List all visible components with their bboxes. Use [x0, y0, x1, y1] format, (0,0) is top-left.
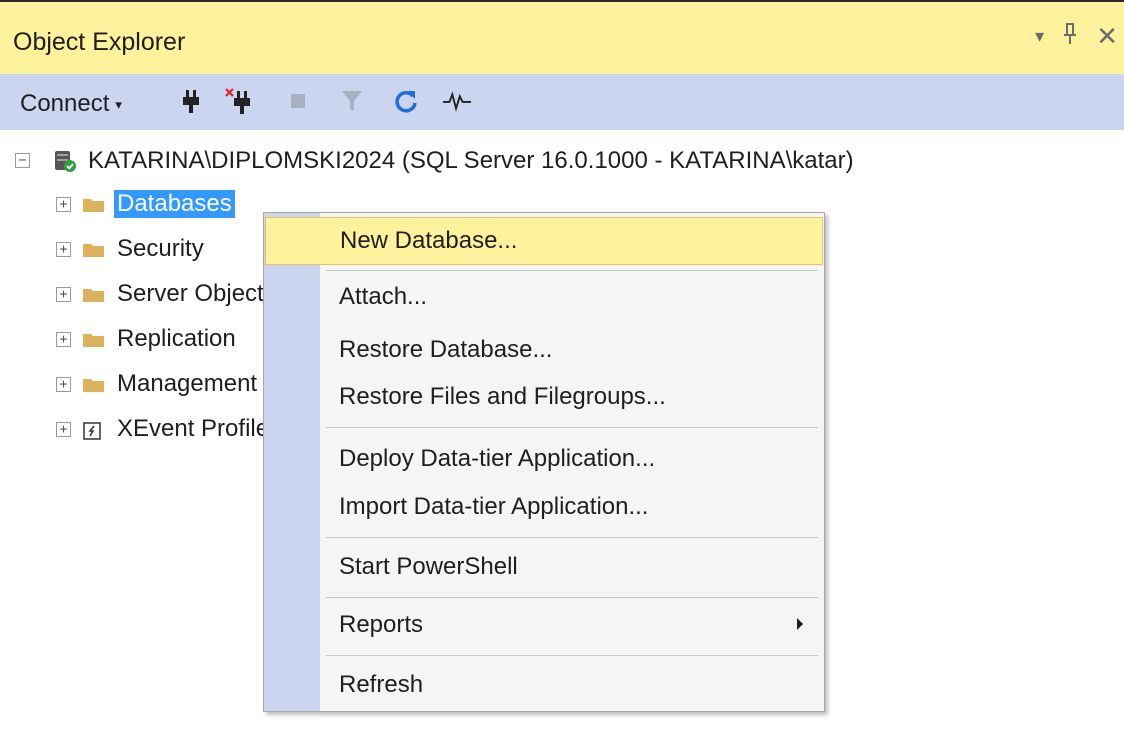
menu-item-label: Attach... — [339, 283, 428, 310]
title-controls: ▾ ✕ — [1035, 22, 1118, 50]
menu-item-reports[interactable]: Reports — [265, 601, 823, 649]
menu-separator — [326, 427, 818, 428]
close-icon[interactable]: ✕ — [1096, 23, 1118, 49]
activity-monitor-icon[interactable] — [442, 86, 472, 116]
tree-node-security[interactable]: + Security — [56, 229, 207, 269]
connect-plug-icon[interactable] — [176, 86, 206, 116]
tree-node-label: Security — [117, 235, 204, 262]
tree-node-replication[interactable]: + Replication — [56, 319, 239, 359]
tree-node-label: Replication — [117, 325, 236, 352]
menu-item-restore-files-filegroups[interactable]: Restore Files and Filegroups... — [265, 373, 823, 421]
expand-icon[interactable]: + — [56, 376, 71, 392]
menu-separator — [326, 537, 818, 538]
pin-icon[interactable] — [1062, 22, 1078, 50]
expand-icon[interactable]: + — [56, 331, 71, 347]
menu-item-label: Deploy Data-tier Application... — [339, 445, 656, 472]
window-position-dropdown-icon[interactable]: ▾ — [1035, 27, 1044, 45]
menu-item-label: New Database... — [340, 227, 518, 254]
object-explorer-title-bar: Object Explorer ▾ ✕ — [0, 0, 1124, 74]
menu-item-label: Import Data-tier Application... — [339, 493, 649, 520]
folder-icon — [83, 377, 104, 392]
connect-label: Connect — [20, 90, 110, 117]
tree-node-label: Management — [117, 370, 258, 397]
menu-item-new-database[interactable]: New Database... — [265, 217, 823, 265]
menu-item-label: Restore Database... — [339, 336, 553, 363]
menu-item-deploy-data-tier[interactable]: Deploy Data-tier Application... — [265, 435, 823, 483]
tree-node-databases[interactable]: + Databases — [56, 184, 235, 224]
submenu-arrow-icon — [797, 618, 803, 630]
disconnect-plug-icon[interactable] — [224, 86, 254, 116]
connect-button[interactable]: Connect ▾ — [20, 90, 122, 118]
menu-item-refresh[interactable]: Refresh — [265, 661, 823, 709]
tree-node-server-objects[interactable]: + Server Objects — [56, 274, 279, 314]
menu-item-label: Restore Files and Filegroups... — [339, 383, 666, 410]
collapse-icon[interactable]: − — [15, 153, 30, 168]
menu-item-start-powershell[interactable]: Start PowerShell — [265, 543, 823, 591]
menu-item-restore-database[interactable]: Restore Database... — [265, 326, 823, 374]
expand-icon[interactable]: + — [56, 241, 71, 257]
menu-item-attach[interactable]: Attach... — [265, 273, 823, 321]
tree-node-xevent-profiler[interactable]: + XEvent Profiler — [56, 409, 280, 449]
xevent-icon — [83, 421, 104, 440]
panel-title: Object Explorer — [13, 28, 186, 56]
tree-node-label: Server Objects — [117, 280, 276, 307]
connect-dropdown-icon[interactable]: ▾ — [115, 97, 122, 113]
menu-item-import-data-tier[interactable]: Import Data-tier Application... — [265, 483, 823, 531]
expand-icon[interactable]: + — [56, 421, 71, 437]
folder-icon — [83, 332, 104, 347]
menu-item-label: Reports — [339, 611, 424, 638]
server-label: KATARINA\DIPLOMSKI2024 (SQL Server 16.0.… — [88, 147, 854, 174]
menu-item-label: Start PowerShell — [339, 553, 518, 580]
expand-icon[interactable]: + — [56, 196, 71, 212]
stop-icon[interactable] — [283, 86, 313, 116]
folder-icon — [83, 287, 104, 302]
menu-separator — [326, 597, 818, 598]
tree-node-management[interactable]: + Management — [56, 364, 260, 404]
tree-node-server[interactable]: − KATARINA\DIPLOMSKI2024 (SQL Server 16.… — [15, 141, 857, 181]
filter-icon[interactable] — [337, 86, 367, 116]
object-explorer-toolbar: Connect ▾ — [0, 74, 1124, 130]
menu-item-label: Refresh — [339, 671, 424, 698]
refresh-icon[interactable] — [391, 86, 421, 116]
server-icon — [53, 149, 77, 173]
menu-separator — [326, 655, 818, 656]
tree-node-label: Databases — [114, 190, 235, 218]
folder-icon — [83, 197, 104, 212]
expand-icon[interactable]: + — [56, 286, 71, 302]
menu-separator — [326, 270, 818, 271]
databases-context-menu: New Database... Attach... Restore Databa… — [263, 212, 825, 712]
tree-node-label: XEvent Profiler — [117, 415, 278, 442]
folder-icon — [83, 242, 104, 257]
